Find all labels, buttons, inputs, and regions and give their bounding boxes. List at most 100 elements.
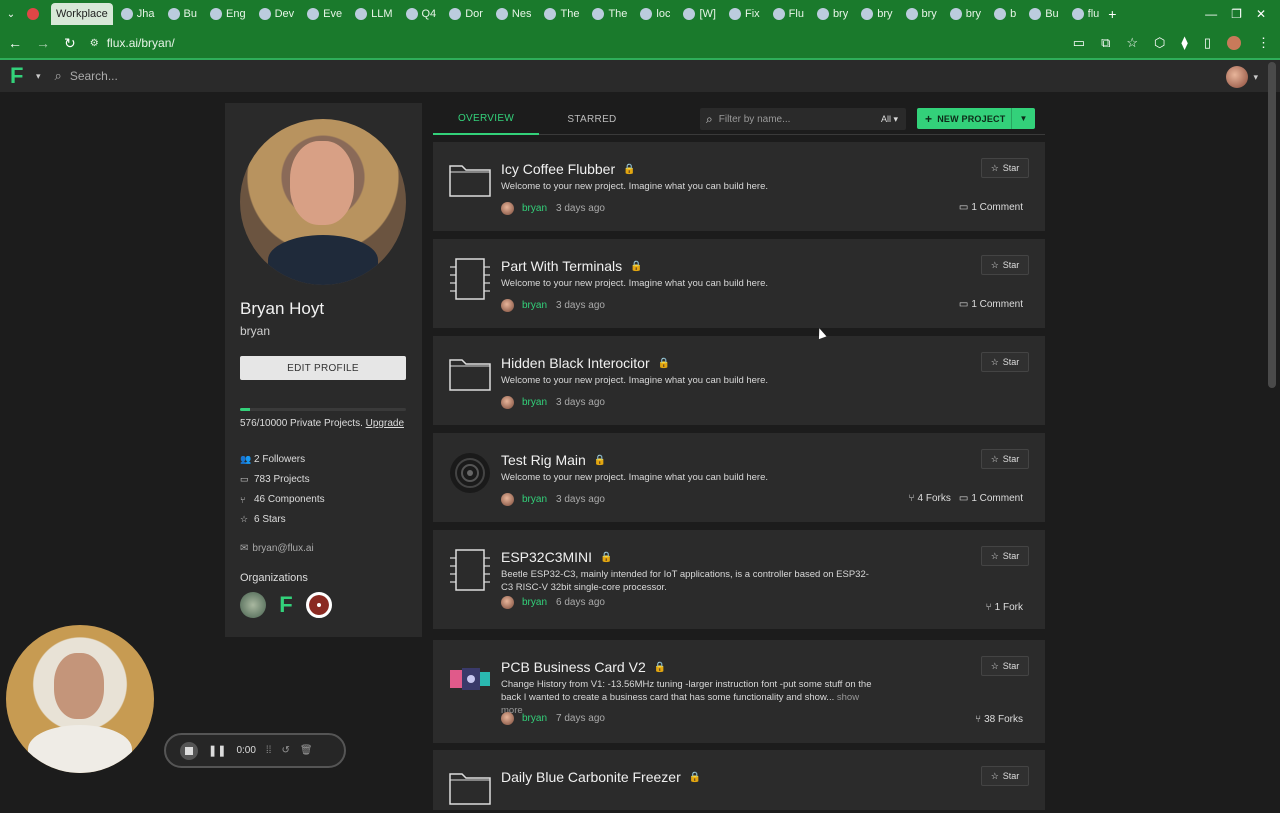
comments-count[interactable]: ▭ 1 Comment [959,299,1023,310]
extension-icon[interactable]: ⬡ [1154,35,1165,51]
project-card[interactable]: Hidden Black Interocitor 🔒 Welcome to your… [433,336,1045,425]
project-title[interactable]: Part With Terminals 🔒 [501,258,643,274]
stars-stat[interactable]: ☆ 6 Stars [240,513,407,526]
project-title[interactable]: PCB Business Card V2 🔒 [501,659,666,675]
minimize-icon[interactable]: — [1205,7,1217,21]
filter-field[interactable]: ⌕ Filter by name... All ▾ [700,108,906,130]
tab-overview[interactable]: OVERVIEW [433,103,539,135]
trash-icon[interactable]: 🗑 [300,745,313,756]
comments-count[interactable]: ▭ 1 Comment [959,493,1023,504]
browser-menu-icon[interactable]: ⋮ [1257,35,1270,51]
filter-input[interactable]: Filter by name... [719,114,791,125]
new-project-button[interactable]: + NEW PROJECT ▼ [917,108,1035,129]
reload-icon[interactable]: ↻ [64,35,76,52]
project-title[interactable]: Icy Coffee Flubber 🔒 [501,161,636,177]
pause-icon[interactable]: ❚❚ [208,744,226,757]
browser-tab[interactable]: The [539,3,584,25]
browser-tab[interactable]: The [587,3,632,25]
sidepanel-icon[interactable]: ▯ [1204,35,1211,51]
browser-tab[interactable]: Bu [163,3,202,25]
author-avatar[interactable] [501,712,514,725]
star-button[interactable]: ☆ Star [981,255,1029,275]
browser-tab[interactable]: [W] [678,3,721,25]
puzzle-icon[interactable]: ⧫ [1181,35,1187,51]
author-avatar[interactable] [501,299,514,312]
browser-tab[interactable]: Dor [444,3,488,25]
browser-tab[interactable]: Q4 [401,3,442,25]
camera-icon[interactable]: ▭ [1073,35,1085,51]
restart-icon[interactable]: ↺ [281,745,289,756]
flux-logo-icon[interactable]: F [10,63,34,89]
browser-tab[interactable]: Bu [1024,3,1063,25]
browser-tab[interactable]: Eve [302,3,347,25]
forks-count[interactable]: ⑂ 1 Fork [986,602,1023,613]
upgrade-link[interactable]: Upgrade [366,418,404,429]
project-card[interactable]: ESP32C3MINI 🔒 Beetle ESP32-C3, mainly inte… [433,530,1045,629]
browser-tab[interactable]: Jha [116,3,160,25]
browser-tab[interactable] [22,3,48,25]
browser-tab[interactable]: Eng [205,3,251,25]
browser-tab[interactable]: bry [812,3,853,25]
project-title[interactable]: Daily Blue Carbonite Freezer 🔒 [501,769,701,785]
author-link[interactable]: bryan [522,300,547,311]
close-window-icon[interactable]: ✕ [1256,7,1266,21]
org-avatar[interactable] [240,592,266,618]
logo-chevron-down-icon[interactable]: ▾ [36,71,41,82]
browser-tab[interactable]: bry [856,3,897,25]
filter-scope-select[interactable]: All ▾ [881,114,898,125]
browser-tab[interactable]: bry [901,3,942,25]
followers-stat[interactable]: 👥 2 Followers [240,453,407,466]
comments-count[interactable]: ▭ 1 Comment [959,202,1023,213]
forks-count[interactable]: ⑂ 4 Forks [909,493,951,504]
edit-profile-button[interactable]: EDIT PROFILE [240,356,406,380]
project-title[interactable]: ESP32C3MINI 🔒 [501,549,613,565]
author-link[interactable]: bryan [522,494,547,505]
forward-icon[interactable]: → [36,35,50,51]
browser-tab[interactable]: Workplace [51,3,113,25]
browser-tab[interactable]: Dev [254,3,300,25]
components-stat[interactable]: ⑂ 46 Components [240,493,407,506]
url-field[interactable]: ⚙ flux.ai/bryan/ [90,36,175,50]
author-avatar[interactable] [501,396,514,409]
restore-icon[interactable]: ❐ [1231,7,1242,21]
star-button[interactable]: ☆ Star [981,158,1029,178]
project-card[interactable]: Test Rig Main 🔒 Welcome to your new projec… [433,433,1045,522]
author-link[interactable]: bryan [522,597,547,608]
forks-count[interactable]: ⑂ 38 Forks [975,714,1023,725]
browser-tab[interactable]: loc [635,3,675,25]
project-card[interactable]: Part With Terminals 🔒 Welcome to your new … [433,239,1045,328]
project-card[interactable]: Icy Coffee Flubber 🔒 Welcome to your new p… [433,142,1045,231]
projects-stat[interactable]: ▭ 783 Projects [240,473,407,486]
star-button[interactable]: ☆ Star [981,546,1029,566]
new-project-dropdown-chevron-icon[interactable]: ▼ [1011,108,1035,129]
project-title[interactable]: Test Rig Main 🔒 [501,452,606,468]
org-avatar[interactable] [306,592,332,618]
browser-tab[interactable]: Flu [768,3,809,25]
star-button[interactable]: ☆ Star [981,449,1029,469]
author-link[interactable]: bryan [522,203,547,214]
author-link[interactable]: bryan [522,713,547,724]
author-avatar[interactable] [501,493,514,506]
browser-profile-avatar[interactable] [1227,36,1241,50]
search-input[interactable]: Search... [70,69,118,83]
tab-starred[interactable]: STARRED [539,103,645,135]
tab-list-chevron-icon[interactable]: ⌄ [0,9,22,20]
star-button[interactable]: ☆ Star [981,656,1029,676]
cast-icon[interactable]: ⧉ [1101,35,1110,51]
search-bar[interactable]: ⌕ Search... [55,68,118,84]
user-menu-chevron-down-icon[interactable]: ▾ [1253,72,1258,83]
stop-recording-button[interactable] [180,741,198,760]
grid-icon[interactable]: ⁞⁞ [266,745,272,756]
star-button[interactable]: ☆ Star [981,352,1029,372]
bookmark-star-icon[interactable]: ☆ [1126,35,1138,51]
new-tab-button[interactable]: + [1108,6,1116,22]
project-card[interactable]: Daily Blue Carbonite Freezer 🔒 ☆ Star [433,750,1045,810]
project-title[interactable]: Hidden Black Interocitor 🔒 [501,355,670,371]
page-scrollbar[interactable] [1268,62,1276,388]
author-link[interactable]: bryan [522,397,547,408]
site-settings-icon[interactable]: ⚙ [90,38,99,49]
browser-tab[interactable]: flu [1067,3,1105,25]
user-avatar[interactable] [1226,66,1248,88]
browser-tab[interactable]: bry [945,3,986,25]
browser-tab[interactable]: b [989,3,1021,25]
